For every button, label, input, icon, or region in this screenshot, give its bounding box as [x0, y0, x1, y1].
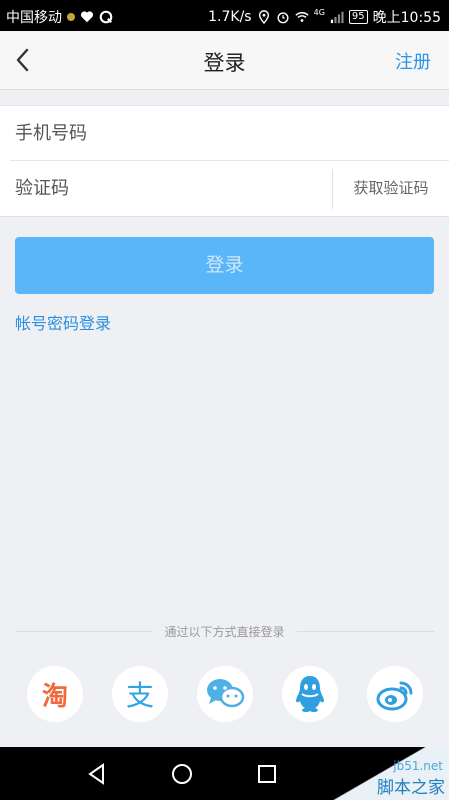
signal-icon: [330, 11, 344, 24]
health-heart-icon: [80, 11, 94, 23]
qq-login-button[interactable]: [282, 666, 338, 722]
page-title: 登录: [203, 51, 246, 75]
title-line-right: [296, 630, 435, 632]
third-party-row: 淘 支: [27, 666, 423, 722]
third-party-label: 通过以下方式直接登录: [164, 624, 285, 639]
nav-recents-icon[interactable]: [255, 762, 279, 786]
wifi-icon: [294, 12, 309, 22]
login-form: 获取验证码: [0, 105, 449, 217]
alarm-icon: [277, 12, 289, 24]
phone-field: [0, 106, 449, 160]
taobao-login-button[interactable]: 淘: [27, 666, 83, 722]
status-left: 中国移动: [6, 7, 113, 27]
title-line-left: [15, 630, 153, 632]
nav-home-icon[interactable]: [170, 762, 194, 786]
weibo-icon: [376, 681, 413, 711]
battery-level: 95: [348, 10, 368, 24]
nav-bar: 登录 注册: [0, 31, 449, 90]
status-bar: 中国移动 1.7K/s 4G 95 晚上10:55: [0, 0, 449, 31]
nav-back-icon[interactable]: [85, 762, 109, 786]
wechat-icon: [207, 679, 245, 708]
status-right: 1.7K/s 4G 95 晚上10:55: [208, 7, 441, 27]
system-nav-bar: jb51.net 脚本之家: [0, 747, 449, 800]
watermark-name: 脚本之家: [377, 778, 445, 798]
network-speed: 1.7K/s: [208, 9, 252, 25]
q-app-icon: [99, 10, 113, 24]
watermark-site: jb51.net: [393, 759, 443, 773]
password-login-link[interactable]: 帐号密码登录: [15, 310, 111, 334]
taobao-icon: 淘: [41, 681, 68, 712]
phone-input[interactable]: [15, 106, 435, 160]
wechat-login-button[interactable]: [197, 666, 253, 722]
location-icon: [258, 10, 269, 24]
alipay-icon: 支: [125, 679, 154, 712]
weibo-login-button[interactable]: [367, 666, 423, 722]
register-link[interactable]: 注册: [395, 48, 431, 74]
alipay-login-button[interactable]: 支: [112, 666, 168, 722]
notification-dot-icon: [67, 13, 75, 21]
clock: 晚上10:55: [372, 10, 441, 26]
code-input[interactable]: [15, 161, 315, 215]
qq-icon: [296, 676, 324, 712]
get-code-button[interactable]: 获取验证码: [333, 161, 449, 215]
code-field: 获取验证码: [0, 161, 449, 215]
login-button[interactable]: 登录: [15, 237, 434, 294]
carrier-name: 中国移动: [6, 10, 62, 26]
watermark: jb51.net 脚本之家: [329, 747, 449, 800]
third-party-title: 通过以下方式直接登录: [15, 622, 435, 640]
network-type: 4G: [313, 7, 325, 17]
